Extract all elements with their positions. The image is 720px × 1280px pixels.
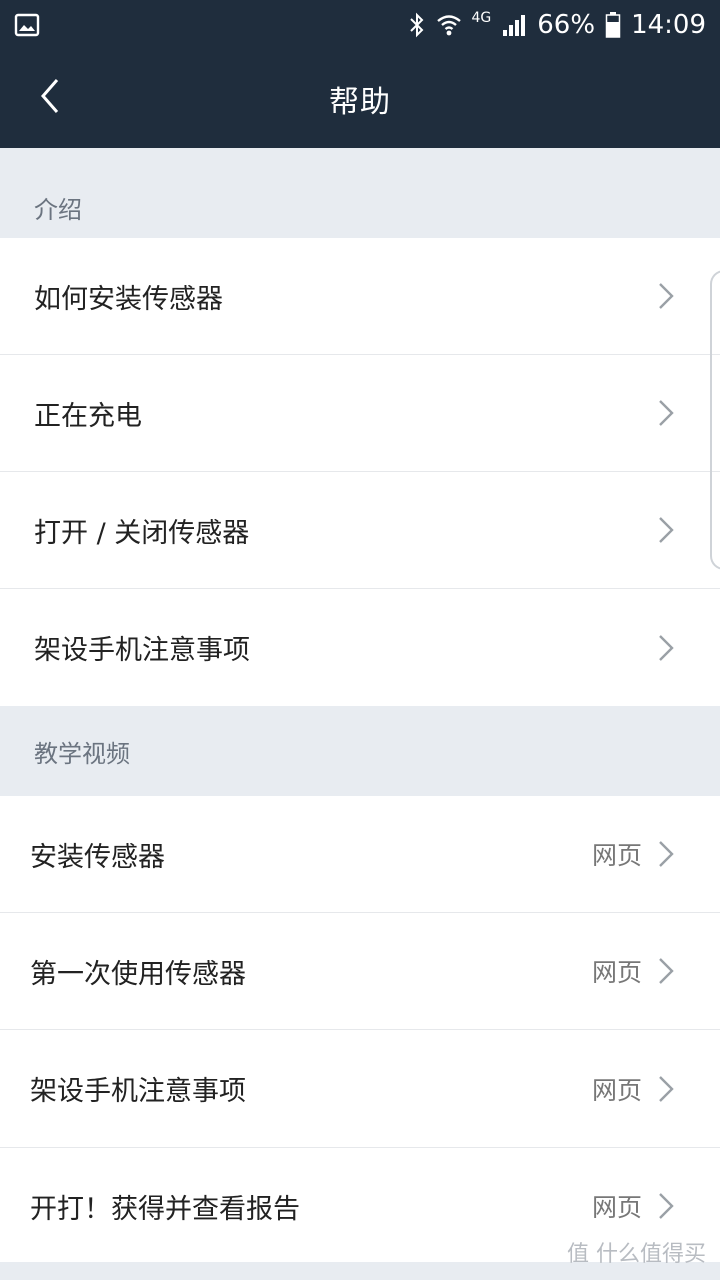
- list-item[interactable]: 第一次使用传感器 网页: [0, 913, 720, 1030]
- link-type-tag: 网页: [591, 1193, 642, 1222]
- chevron-right-icon: [658, 516, 674, 544]
- list-item-label: 如何安装传感器: [34, 283, 223, 315]
- chevron-right-icon: [658, 634, 674, 662]
- watermark-text: 值 什么值得买: [567, 1242, 706, 1267]
- network-type: 4G: [471, 10, 492, 26]
- chevron-right-icon: [658, 1075, 674, 1103]
- chevron-right-icon: [658, 840, 674, 868]
- list-item-label: 第一次使用传感器: [30, 958, 246, 990]
- chevron-right-icon: [658, 399, 674, 427]
- bluetooth-icon: [408, 12, 426, 38]
- list-item[interactable]: 如何安装传感器: [0, 238, 720, 355]
- battery-icon: [605, 11, 621, 39]
- video-list: 安装传感器 网页 第一次使用传感器 网页 架设手机注意事项 网页 开打！获得并查…: [0, 796, 720, 1264]
- intro-list: 如何安装传感器 正在充电 打开 / 关闭传感器 架设手机注意事项: [0, 238, 720, 706]
- section-header-intro: 介绍: [34, 195, 82, 224]
- wifi-icon: [436, 12, 462, 38]
- link-type-tag: 网页: [591, 958, 642, 987]
- clock: 14:09: [631, 10, 706, 40]
- chevron-right-icon: [658, 1192, 674, 1220]
- watermark: 值 什么值得买: [567, 1236, 706, 1268]
- link-type-tag: 网页: [591, 841, 642, 870]
- link-type-tag: 网页: [591, 1075, 642, 1105]
- edge-panel-handle[interactable]: [710, 270, 720, 570]
- list-item-label: 正在充电: [34, 400, 142, 432]
- list-item[interactable]: 架设手机注意事项 网页: [0, 1030, 720, 1147]
- list-item[interactable]: 打开 / 关闭传感器: [0, 472, 720, 589]
- list-item[interactable]: 安装传感器 网页: [0, 796, 720, 913]
- app-header: 帮助: [0, 50, 720, 148]
- list-item-label: 安装传感器: [30, 841, 165, 873]
- page-title: 帮助: [329, 85, 391, 120]
- list-item-label: 架设手机注意事项: [34, 635, 250, 666]
- gallery-icon: [14, 12, 40, 38]
- chevron-right-icon: [658, 957, 674, 985]
- list-item[interactable]: 架设手机注意事项: [0, 589, 720, 706]
- status-bar: 4G 66% 14:09: [0, 0, 720, 50]
- list-item[interactable]: 正在充电: [0, 355, 720, 472]
- battery-percent: 66%: [537, 10, 596, 40]
- back-button[interactable]: [30, 78, 70, 118]
- chevron-right-icon: [658, 282, 674, 310]
- help-content: 介绍 如何安装传感器 正在充电 打开 / 关闭传感器 架设手机注意事项 教学视频…: [0, 148, 720, 1264]
- section-header-videos: 教学视频: [34, 739, 130, 768]
- list-item-label: 架设手机注意事项: [30, 1076, 246, 1107]
- signal-icon: [501, 12, 527, 38]
- chevron-left-icon: [39, 78, 61, 118]
- list-item-label: 打开 / 关闭传感器: [34, 517, 250, 549]
- list-item-label: 开打！获得并查看报告: [30, 1193, 300, 1225]
